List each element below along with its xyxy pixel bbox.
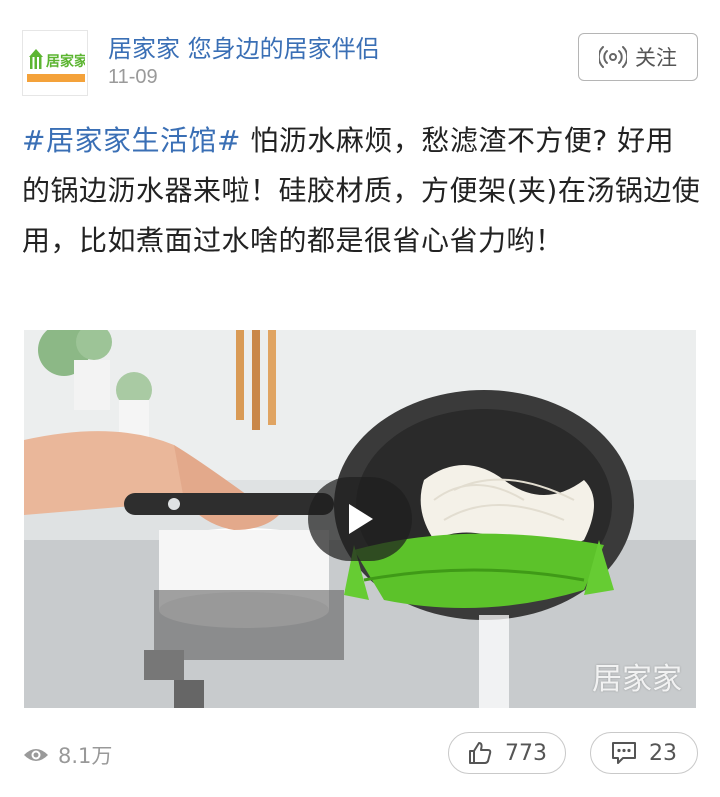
video-player[interactable]: 居家家	[24, 330, 696, 708]
like-button[interactable]: 773	[448, 732, 566, 774]
video-watermark: 居家家	[592, 662, 682, 697]
author-name[interactable]: 居家家 您身边的居家伴侣	[108, 29, 380, 64]
svg-text:居家家: 居家家	[46, 53, 85, 70]
follow-button[interactable]: 关注	[578, 33, 698, 81]
brand-logo-icon: 居家家	[29, 49, 85, 70]
like-count: 773	[505, 740, 547, 766]
comment-button[interactable]: 23	[590, 732, 698, 774]
broadcast-icon	[599, 46, 627, 68]
post-body: #居家家生活馆# 怕沥水麻烦，愁滤渣不方便? 好用的锅边沥水器来啦！硅胶材质，方…	[22, 116, 702, 266]
comment-count: 23	[649, 740, 677, 766]
follow-label: 关注	[635, 46, 677, 70]
thumbs-up-icon	[469, 742, 492, 764]
avatar-tagline-bar	[27, 74, 85, 82]
view-count: 8.1万	[22, 740, 112, 770]
play-icon	[349, 504, 373, 534]
post-footer: 8.1万 773 23	[22, 732, 698, 774]
views-text: 8.1万	[58, 744, 113, 768]
eye-icon	[24, 749, 48, 761]
play-button[interactable]	[308, 477, 412, 561]
comment-icon	[612, 742, 636, 764]
post-header: 居家家 居家家 您身边的居家伴侣 11-09 关注	[22, 26, 698, 96]
hashtag-link[interactable]: #居家家生活馆#	[22, 124, 241, 157]
avatar[interactable]: 居家家	[22, 30, 88, 96]
post-date: 11-09	[108, 66, 158, 88]
